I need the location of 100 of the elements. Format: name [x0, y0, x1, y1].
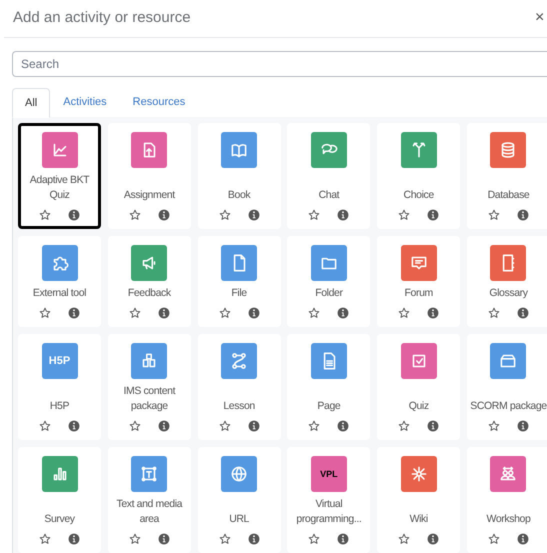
info-icon[interactable] — [337, 307, 350, 319]
activity-card[interactable]: VPL Virtual programming... — [287, 447, 370, 553]
info-icon[interactable] — [427, 209, 440, 221]
info-icon[interactable] — [427, 307, 440, 319]
info-icon[interactable] — [516, 307, 529, 319]
star-icon[interactable] — [398, 307, 410, 319]
star-icon[interactable] — [39, 307, 51, 319]
activity-card[interactable]: URL — [198, 447, 281, 553]
activity-name: Feedback — [128, 286, 171, 301]
activity-name: Folder — [315, 286, 343, 301]
info-icon[interactable] — [516, 209, 529, 221]
activity-card[interactable]: External tool — [18, 236, 101, 327]
info-icon[interactable] — [158, 533, 170, 545]
tab[interactable]: Activities — [50, 88, 120, 117]
h5p-logo-icon: H5P — [42, 343, 78, 379]
activity-card[interactable]: Workshop — [466, 447, 547, 553]
activity-card[interactable]: IMS content package — [108, 334, 191, 440]
star-icon[interactable] — [308, 307, 320, 319]
activity-card[interactable]: Database — [466, 123, 547, 229]
activity-card[interactable]: Folder — [287, 236, 370, 327]
info-icon[interactable] — [158, 307, 170, 319]
activity-card[interactable]: Book — [198, 123, 281, 229]
info-icon[interactable] — [68, 209, 80, 221]
info-icon[interactable] — [68, 420, 80, 432]
activity-name: H5P — [50, 399, 70, 414]
activity-card[interactable]: Quiz — [377, 334, 460, 440]
activity-card[interactable]: Survey — [18, 447, 101, 553]
info-icon[interactable] — [427, 533, 440, 545]
dialog-title: Add an activity or resource — [13, 8, 191, 28]
info-icon[interactable] — [68, 307, 80, 319]
activity-card[interactable]: Text and media area — [108, 447, 191, 553]
star-icon[interactable] — [128, 420, 141, 432]
activity-name: Glossary — [489, 286, 528, 301]
star-icon[interactable] — [488, 209, 500, 221]
activity-name: Workshop — [486, 512, 530, 527]
star-icon[interactable] — [398, 420, 410, 432]
star-icon[interactable] — [128, 533, 141, 545]
star-icon[interactable] — [218, 533, 231, 545]
activity-name: File — [231, 286, 247, 301]
star-icon[interactable] — [308, 420, 320, 432]
info-icon[interactable] — [68, 533, 80, 545]
star-icon[interactable] — [39, 209, 51, 221]
info-icon[interactable] — [516, 420, 529, 432]
activity-card[interactable]: Chat — [287, 123, 370, 229]
star-icon[interactable] — [308, 533, 320, 545]
search-input[interactable]: Search — [21, 55, 547, 73]
code-icon: VPL — [310, 456, 347, 492]
star-icon[interactable] — [398, 209, 410, 221]
info-icon[interactable] — [158, 209, 170, 221]
activity-card[interactable]: Feedback — [108, 236, 191, 327]
activity-name: Chat — [318, 188, 340, 203]
close-button[interactable]: × — [535, 8, 544, 28]
info-icon[interactable] — [337, 533, 350, 545]
info-icon[interactable] — [337, 209, 350, 221]
activity-name: Database — [488, 188, 530, 203]
star-icon[interactable] — [39, 420, 51, 432]
info-icon[interactable] — [516, 533, 529, 545]
info-icon[interactable] — [248, 307, 260, 319]
activity-name: Forum — [404, 286, 433, 301]
activity-name: Text and media area — [115, 497, 184, 527]
activity-name: SCORM package — [470, 399, 547, 414]
info-icon[interactable] — [158, 420, 170, 432]
activity-card[interactable]: Lesson — [198, 334, 281, 440]
activity-name: URL — [229, 512, 249, 527]
star-icon[interactable] — [218, 420, 231, 432]
activity-card[interactable]: Choice — [377, 123, 460, 229]
info-icon[interactable] — [248, 420, 260, 432]
activity-name: Assignment — [124, 188, 175, 203]
activity-card[interactable]: Page — [287, 334, 370, 440]
activity-name: Book — [228, 188, 250, 203]
star-icon[interactable] — [488, 420, 500, 432]
info-icon[interactable] — [427, 420, 440, 432]
info-icon[interactable] — [337, 420, 350, 432]
activity-name: Virtual programming... — [295, 497, 362, 527]
star-icon[interactable] — [218, 209, 231, 221]
star-icon[interactable] — [39, 533, 51, 545]
star-icon[interactable] — [308, 209, 320, 221]
star-icon[interactable] — [398, 533, 410, 545]
activity-name: Choice — [404, 188, 434, 203]
activity-name: Lesson — [223, 399, 255, 414]
search-field[interactable]: Search — [12, 51, 547, 77]
info-icon[interactable] — [248, 209, 260, 221]
tab[interactable]: Resources — [120, 88, 198, 117]
star-icon[interactable] — [218, 307, 231, 319]
star-icon[interactable] — [488, 307, 500, 319]
activity-card[interactable]: Wiki — [377, 447, 460, 553]
activity-card[interactable]: Glossary — [466, 236, 547, 327]
star-icon[interactable] — [128, 209, 141, 221]
tab[interactable]: All — [12, 88, 50, 118]
activity-card[interactable]: H5P H5P — [18, 334, 101, 440]
activity-name: Page — [317, 399, 340, 414]
info-icon[interactable] — [248, 533, 260, 545]
activity-name: Wiki — [410, 512, 428, 527]
activity-card[interactable]: Adaptive BKT Quiz — [18, 123, 101, 229]
star-icon[interactable] — [128, 307, 141, 319]
activity-card[interactable]: Forum — [377, 236, 460, 327]
activity-card[interactable]: Assignment — [108, 123, 191, 229]
star-icon[interactable] — [488, 533, 500, 545]
activity-card[interactable]: SCORM package — [466, 334, 547, 440]
activity-card[interactable]: File — [198, 236, 281, 327]
